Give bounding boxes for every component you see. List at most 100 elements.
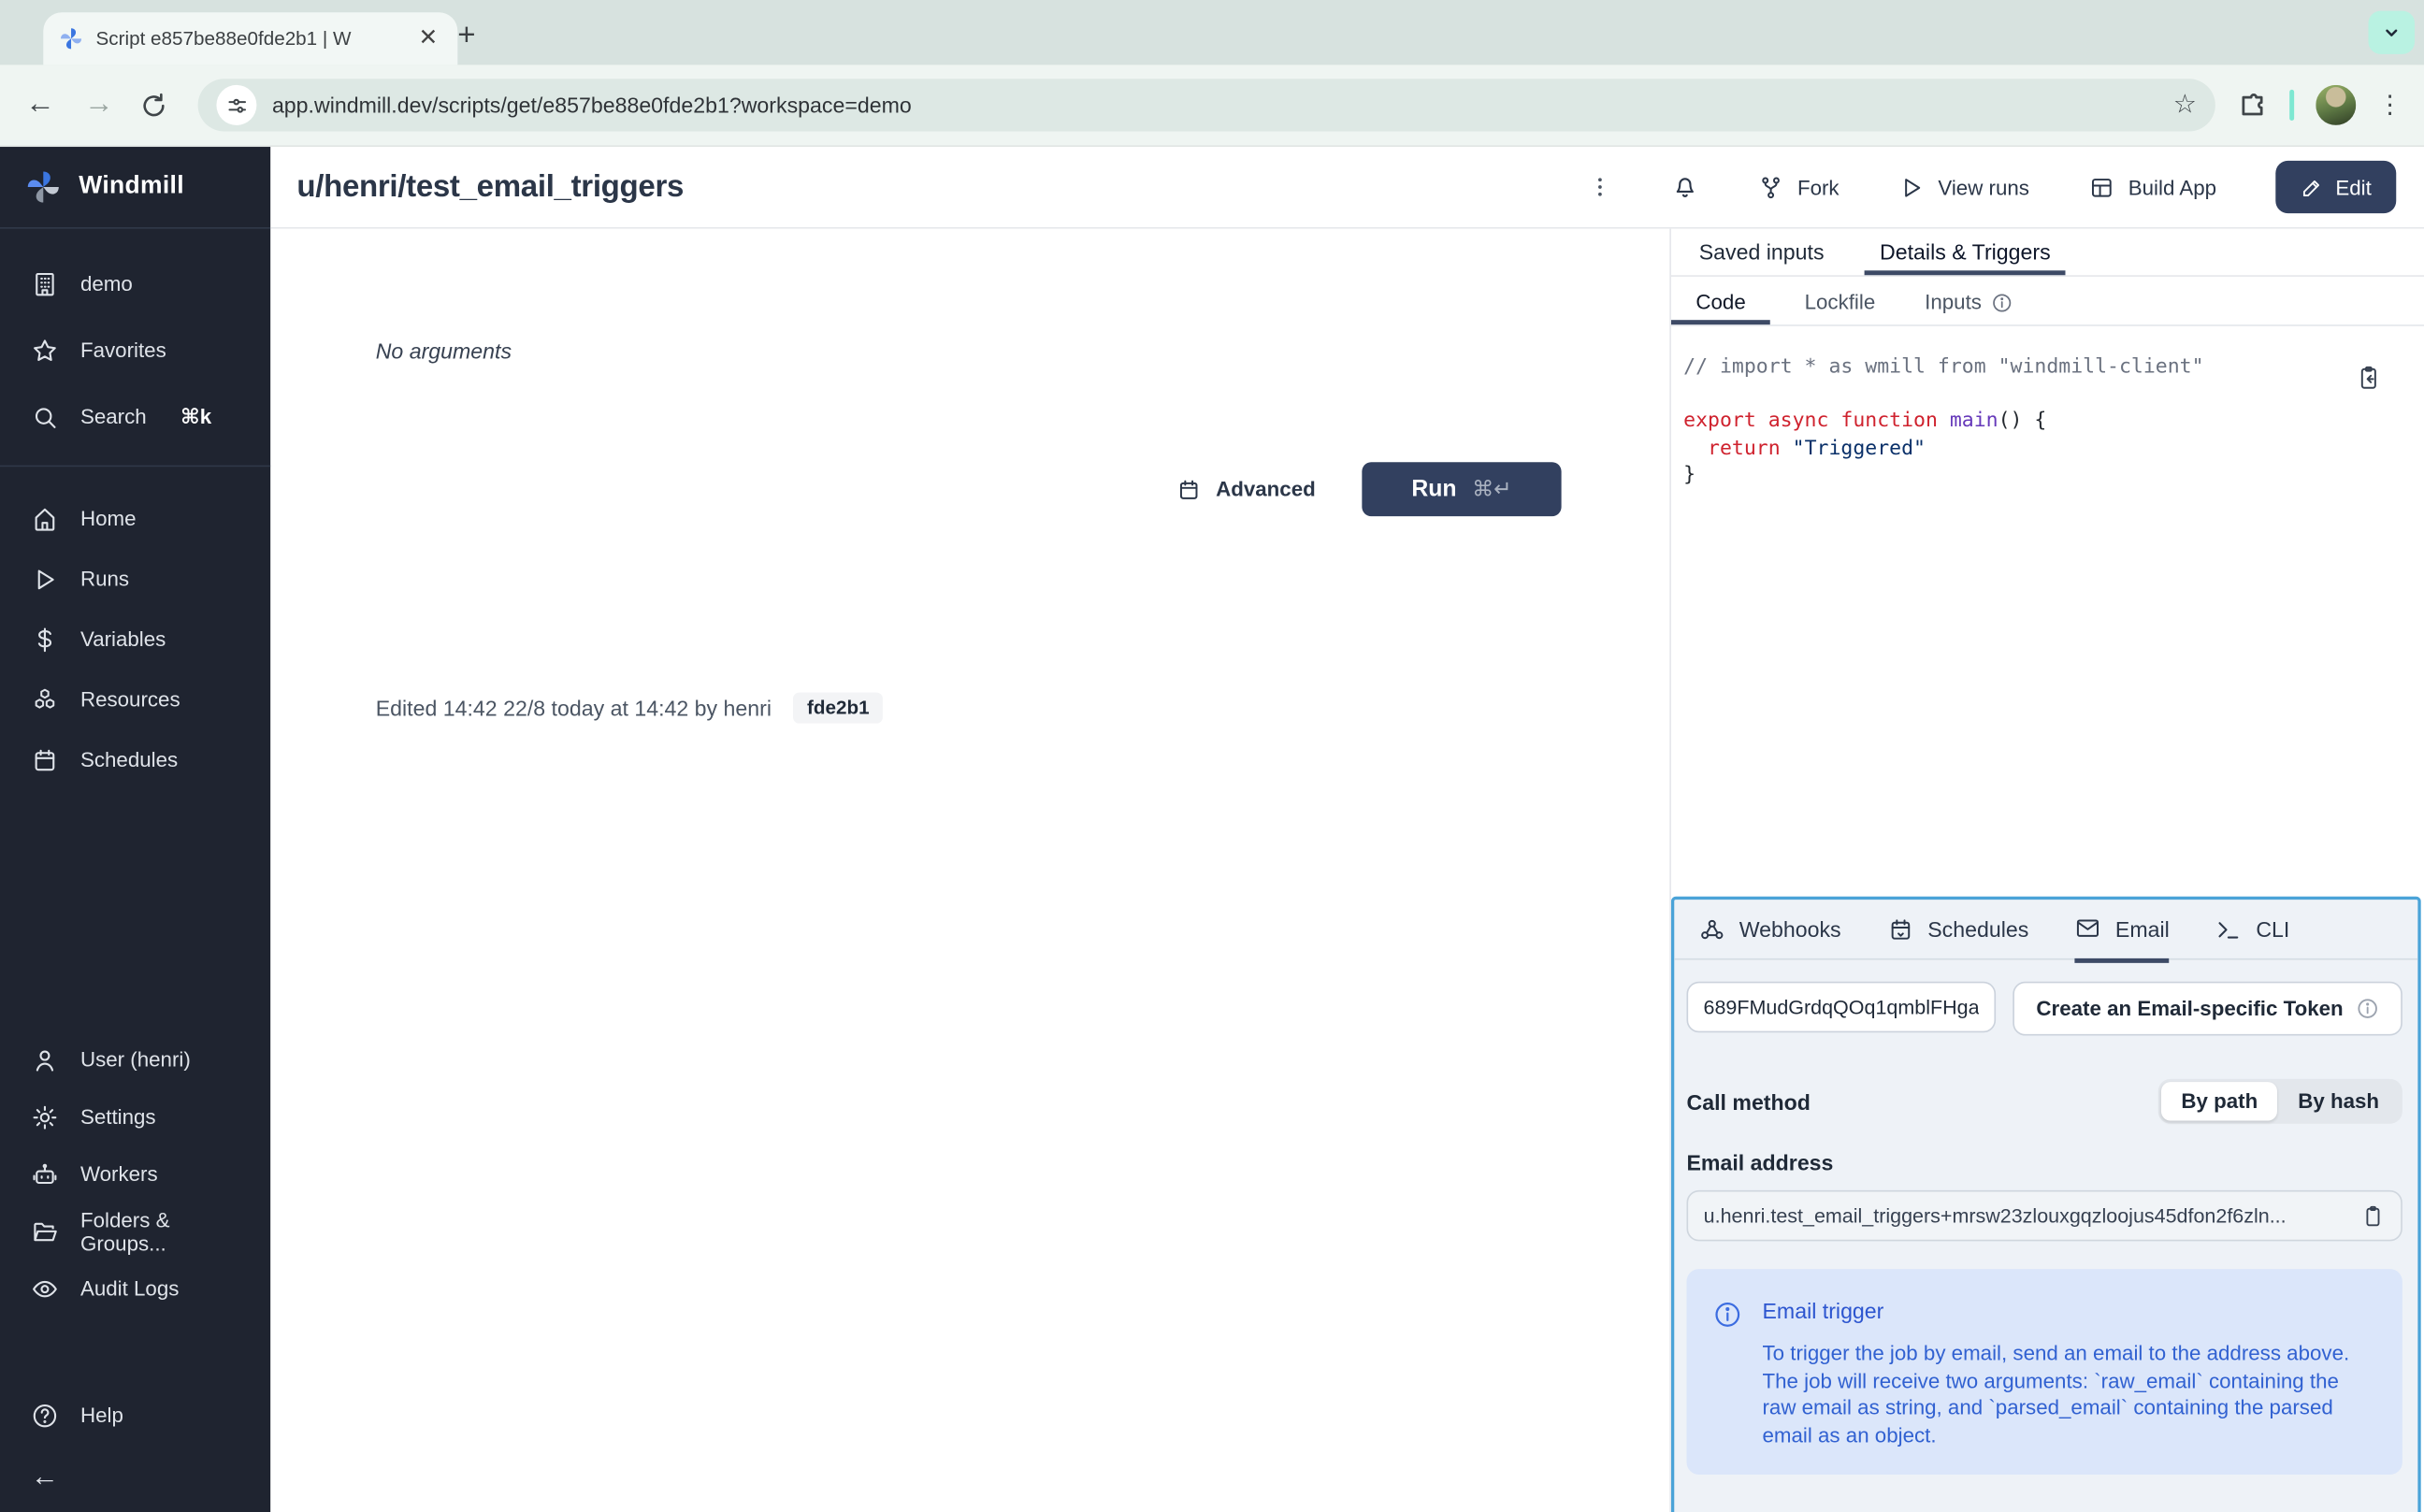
edited-info: Edited 14:42 22/8 today at 14:42 by henr… <box>376 693 884 724</box>
browser-tab-strip: Script e857be88e0fde2b1 | W ✕ + <box>0 0 2424 65</box>
build-app-button[interactable]: Build App <box>2088 174 2216 200</box>
tab-cli[interactable]: CLI <box>2215 900 2289 958</box>
sidebar-item-settings[interactable]: Settings <box>0 1088 270 1145</box>
call-method-row: Call method By path By hash <box>1686 1079 2402 1124</box>
sidebar-item-label: Settings <box>80 1105 156 1129</box>
by-hash-option[interactable]: By hash <box>2278 1082 2400 1120</box>
boxes-icon <box>31 685 59 713</box>
help-icon <box>31 1401 59 1429</box>
sidebar-spacer <box>0 790 270 1010</box>
version-hash-badge: fde2b1 <box>793 693 883 724</box>
sidebar-item-user[interactable]: User (henri) <box>0 1031 270 1088</box>
tab-webhooks[interactable]: Webhooks <box>1699 900 1841 958</box>
code-punct: () { <box>1998 410 2047 433</box>
tab-details-triggers[interactable]: Details & Triggers <box>1865 239 2067 275</box>
email-token-input[interactable] <box>1686 982 1996 1033</box>
tab-schedules-trigger[interactable]: Schedules <box>1887 900 2028 958</box>
bell-icon[interactable] <box>1670 173 1698 201</box>
sidebar-item-help[interactable]: Help <box>0 1382 270 1448</box>
site-settings-icon[interactable] <box>216 85 256 125</box>
sidebar-item-audit-logs[interactable]: Audit Logs <box>0 1260 270 1317</box>
copy-code-icon[interactable] <box>2355 365 2381 391</box>
browser-window: Script e857be88e0fde2b1 | W ✕ + ← → app.… <box>0 0 2424 1512</box>
sidebar-item-home[interactable]: Home <box>0 488 270 548</box>
tab-email[interactable]: Email <box>2075 899 2170 962</box>
extensions-icon[interactable] <box>2237 90 2268 121</box>
sidebar-item-label: User (henri) <box>80 1048 191 1072</box>
info-circle-icon <box>1713 1300 1742 1448</box>
build-app-label: Build App <box>2128 176 2216 199</box>
forward-icon[interactable]: → <box>80 88 118 122</box>
edit-button[interactable]: Edit <box>2275 161 2396 213</box>
sidebar-brand[interactable]: Windmill <box>0 147 270 229</box>
tab-cli-label: CLI <box>2256 916 2289 941</box>
tab-close-icon[interactable]: ✕ <box>414 24 442 52</box>
tab-webhooks-label: Webhooks <box>1739 916 1841 941</box>
copy-email-icon[interactable] <box>2360 1203 2385 1228</box>
email-address-field[interactable] <box>1686 1190 2402 1242</box>
calendar-sync-icon <box>1887 915 1913 942</box>
fork-label: Fork <box>1797 176 1840 199</box>
email-address-value[interactable] <box>1704 1204 2348 1228</box>
call-method-label: Call method <box>1686 1089 1810 1114</box>
avatar[interactable] <box>2316 85 2356 125</box>
sidebar-item-variables[interactable]: Variables <box>0 609 270 669</box>
code-comment: // import * as wmill from "windmill-clie… <box>1683 355 2203 379</box>
sidebar-item-workers[interactable]: Workers <box>0 1145 270 1202</box>
search-icon <box>31 403 59 431</box>
calendar-icon <box>31 746 59 774</box>
sidebar-item-favorites[interactable]: Favorites <box>0 317 270 383</box>
sidebar: Windmill demo Favorites <box>0 147 270 1512</box>
info-circle-icon <box>1991 292 2013 313</box>
view-runs-button[interactable]: View runs <box>1897 174 2029 200</box>
fork-button[interactable]: Fork <box>1757 174 1840 200</box>
tab-saved-inputs[interactable]: Saved inputs <box>1683 239 1840 275</box>
sidebar-item-runs[interactable]: Runs <box>0 549 270 609</box>
browser-menu-icon[interactable]: ⋮ <box>2377 90 2402 121</box>
code-close-brace: } <box>1683 464 1695 487</box>
building-icon <box>31 269 59 297</box>
brand-name: Windmill <box>79 173 184 201</box>
sidebar-nav-group: Home Runs Variables <box>0 467 270 789</box>
kebab-menu-icon[interactable] <box>1587 175 1611 199</box>
advanced-button[interactable]: Advanced <box>1177 477 1316 501</box>
code-string: "Triggered" <box>1793 437 1926 460</box>
url-text[interactable]: app.windmill.dev/scripts/get/e857be88e0f… <box>272 93 2157 117</box>
tab-inputs[interactable]: Inputs <box>1910 291 2028 324</box>
sidebar-item-folders-groups[interactable]: Folders & Groups... <box>0 1202 270 1260</box>
run-button[interactable]: Run ⌘↵ <box>1362 462 1561 516</box>
sidebar-workspace-group: demo Favorites Search ⌘k <box>0 229 270 450</box>
details-panel: Saved inputs Details & Triggers Code Loc… <box>1669 229 2424 1512</box>
code-keywords: export async function <box>1683 410 1950 433</box>
git-fork-icon <box>1757 174 1783 200</box>
bookmark-star-icon[interactable]: ☆ <box>2173 90 2197 121</box>
trigger-tabs: Webhooks Schedules <box>1674 900 2417 959</box>
sidebar-item-resources[interactable]: Resources <box>0 670 270 729</box>
browser-tab[interactable]: Script e857be88e0fde2b1 | W ✕ <box>43 12 457 65</box>
back-icon[interactable]: ← <box>22 88 59 122</box>
sidebar-item-label: Folders & Groups... <box>80 1208 239 1255</box>
sidebar-collapse-arrow-icon[interactable]: ← <box>0 1448 270 1505</box>
new-tab-button[interactable]: + <box>457 20 475 50</box>
sidebar-item-schedules[interactable]: Schedules <box>0 729 270 789</box>
sidebar-item-label: Audit Logs <box>80 1276 179 1300</box>
no-arguments-text: No arguments <box>376 338 512 363</box>
user-icon <box>31 1045 59 1073</box>
tab-code[interactable]: Code <box>1671 291 1770 324</box>
terminal-icon <box>2215 915 2242 942</box>
token-row: Create an Email-specific Token <box>1686 982 2402 1036</box>
envelope-icon <box>2075 915 2101 942</box>
sidebar-item-search[interactable]: Search ⌘k <box>0 383 270 450</box>
by-path-option[interactable]: By path <box>2161 1082 2278 1120</box>
create-email-token-button[interactable]: Create an Email-specific Token <box>2013 982 2402 1036</box>
sidebar-item-workspace[interactable]: demo <box>0 251 270 317</box>
run-shortcut: ⌘↵ <box>1472 476 1512 502</box>
advanced-label: Advanced <box>1216 478 1316 501</box>
tab-inputs-label: Inputs <box>1925 291 1982 314</box>
reload-icon[interactable] <box>139 91 177 120</box>
tab-search-chevron-icon[interactable] <box>2368 11 2415 54</box>
tab-lockfile[interactable]: Lockfile <box>1789 291 1891 324</box>
email-trigger-info-box: Email trigger To trigger the job by emai… <box>1686 1269 2402 1475</box>
url-bar[interactable]: app.windmill.dev/scripts/get/e857be88e0f… <box>198 79 2215 131</box>
play-icon <box>31 565 59 593</box>
